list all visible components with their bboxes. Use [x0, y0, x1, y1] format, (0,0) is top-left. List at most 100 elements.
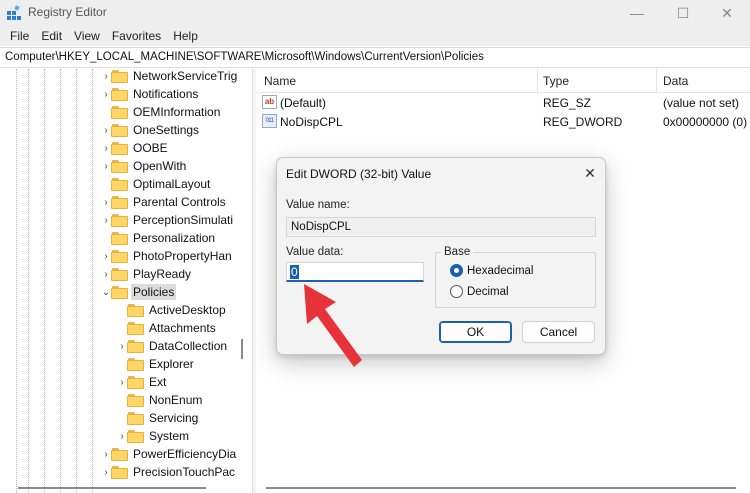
chevron-right-icon — [101, 175, 111, 193]
tree-item-precisiontouchpac[interactable]: › PrecisionTouchPac — [101, 463, 237, 481]
menu-help[interactable]: Help — [167, 29, 204, 43]
tree-item-ext[interactable]: › Ext — [117, 373, 168, 391]
tree-item-perceptionsimulati[interactable]: › PerceptionSimulati — [101, 211, 235, 229]
address-bar[interactable]: Computer\HKEY_LOCAL_MACHINE\SOFTWARE\Mic… — [0, 47, 750, 68]
value-data-input[interactable]: 0 — [286, 262, 424, 282]
radio-unchecked-icon[interactable] — [450, 285, 463, 298]
tree-item-label: PrecisionTouchPac — [133, 465, 236, 479]
tree-item-servicing[interactable]: Servicing — [117, 409, 200, 427]
chevron-right-icon[interactable]: › — [101, 139, 111, 157]
radio-checked-icon[interactable] — [450, 264, 463, 277]
tree-horizontal-scrollbar[interactable] — [18, 487, 206, 489]
list-horizontal-scrollbar[interactable] — [266, 487, 736, 489]
value-data-label: Value data: — [286, 246, 344, 258]
title-bar: Registry Editor — ☐ ✕ — [0, 0, 750, 26]
tree-item-onesettings[interactable]: › OneSettings — [101, 121, 201, 139]
tree-item-personalization[interactable]: Personalization — [101, 229, 217, 247]
tree-item-parental-controls[interactable]: › Parental Controls — [101, 193, 228, 211]
column-name[interactable]: Name — [264, 74, 296, 88]
tree-item-datacollection[interactable]: › DataCollection — [117, 337, 229, 355]
menu-file[interactable]: File — [4, 29, 35, 43]
menu-edit[interactable]: Edit — [35, 29, 68, 43]
base-group — [435, 252, 596, 308]
chevron-right-icon[interactable]: › — [101, 157, 111, 175]
cancel-button[interactable]: Cancel — [522, 321, 595, 343]
chevron-right-icon — [101, 103, 111, 121]
chevron-right-icon[interactable]: › — [101, 463, 111, 481]
chevron-down-icon[interactable]: ⌄ — [101, 283, 111, 301]
tree-item-label: System — [149, 429, 190, 443]
chevron-right-icon[interactable]: › — [117, 337, 127, 355]
folder-icon — [111, 249, 128, 263]
dword-value-icon: 011 — [262, 114, 277, 128]
annotation-arrow-icon — [304, 284, 362, 367]
tree-item-label: NetworkServiceTrig — [133, 69, 238, 83]
chevron-right-icon — [117, 391, 127, 409]
dialog-close-button[interactable]: ✕ — [580, 163, 600, 183]
tree-item-label: Parental Controls — [133, 195, 226, 209]
value-row-default[interactable]: ab (Default) REG_SZ (value not set) — [256, 94, 750, 112]
chevron-right-icon[interactable]: › — [101, 85, 111, 103]
tree-item-label: Policies — [131, 284, 177, 300]
folder-icon — [127, 303, 144, 317]
menu-view[interactable]: View — [68, 29, 106, 43]
registry-editor-icon — [7, 5, 21, 20]
tree-item-optimallayout[interactable]: OptimalLayout — [101, 175, 212, 193]
chevron-right-icon[interactable]: › — [101, 211, 111, 229]
value-data: 0x00000000 (0) — [663, 115, 748, 129]
chevron-right-icon[interactable]: › — [101, 193, 111, 211]
tree-item-powerefficiencydia[interactable]: › PowerEfficiencyDia — [101, 445, 238, 463]
radio-hexadecimal[interactable]: Hexadecimal — [450, 264, 533, 277]
folder-icon — [111, 159, 128, 173]
chevron-right-icon[interactable]: › — [117, 427, 127, 445]
chevron-right-icon[interactable]: › — [101, 445, 111, 463]
tree-scrollbar-thumb[interactable] — [241, 339, 243, 359]
chevron-right-icon[interactable]: › — [101, 69, 111, 85]
tree-item-label: PowerEfficiencyDia — [133, 447, 237, 461]
folder-icon — [111, 465, 128, 479]
tree-item-system[interactable]: › System — [117, 427, 191, 445]
ok-button[interactable]: OK — [439, 321, 512, 343]
string-value-icon: ab — [262, 95, 277, 109]
value-row-nodispcpl[interactable]: 011 NoDispCPL REG_DWORD 0x00000000 (0) — [256, 113, 750, 131]
tree-item-playready[interactable]: › PlayReady — [101, 265, 193, 283]
tree-item-networkservicetrig[interactable]: › NetworkServiceTrig — [101, 69, 239, 85]
list-header: Name Type Data — [256, 69, 750, 93]
tree-item-openwith[interactable]: › OpenWith — [101, 157, 188, 175]
column-type[interactable]: Type — [543, 74, 569, 88]
window-title: Registry Editor — [28, 5, 107, 19]
tree-item-label: OEMInformation — [133, 105, 221, 119]
tree-item-notifications[interactable]: › Notifications — [101, 85, 200, 103]
folder-icon — [111, 123, 128, 137]
close-window-button[interactable]: ✕ — [704, 0, 750, 26]
chevron-right-icon — [117, 355, 127, 373]
chevron-right-icon[interactable]: › — [117, 373, 127, 391]
chevron-right-icon[interactable]: › — [101, 265, 111, 283]
tree-item-label: Personalization — [133, 231, 216, 245]
radio-decimal[interactable]: Decimal — [450, 285, 509, 298]
tree-item-label: Ext — [149, 375, 167, 389]
tree-item-attachments[interactable]: Attachments — [117, 319, 218, 337]
key-tree[interactable]: › NetworkServiceTrig › Notifications OEMInfo… — [0, 69, 248, 493]
value-data-text: 0 — [290, 265, 299, 279]
tree-item-nonenum[interactable]: NonEnum — [117, 391, 204, 409]
tree-item-label: PerceptionSimulati — [133, 213, 234, 227]
menu-favorites[interactable]: Favorites — [106, 29, 167, 43]
folder-icon — [127, 429, 144, 443]
value-name-field: NoDispCPL — [286, 217, 596, 237]
tree-item-photopropertyhan[interactable]: › PhotoPropertyHan — [101, 247, 234, 265]
maximize-button[interactable]: ☐ — [660, 0, 706, 26]
minimize-button[interactable]: — — [614, 0, 660, 26]
chevron-right-icon[interactable]: › — [101, 121, 111, 139]
tree-item-explorer[interactable]: Explorer — [117, 355, 196, 373]
tree-item-label: Servicing — [149, 411, 199, 425]
folder-icon — [127, 339, 144, 353]
tree-item-policies[interactable]: ⌄ Policies — [101, 283, 177, 301]
chevron-right-icon[interactable]: › — [101, 247, 111, 265]
tree-item-activedesktop[interactable]: ActiveDesktop — [117, 301, 228, 319]
tree-item-oeminformation[interactable]: OEMInformation — [101, 103, 222, 121]
dialog-title: Edit DWORD (32-bit) Value — [286, 167, 432, 181]
tree-item-label: PhotoPropertyHan — [133, 249, 232, 263]
column-data[interactable]: Data — [663, 74, 688, 88]
tree-item-oobe[interactable]: › OOBE — [101, 139, 170, 157]
